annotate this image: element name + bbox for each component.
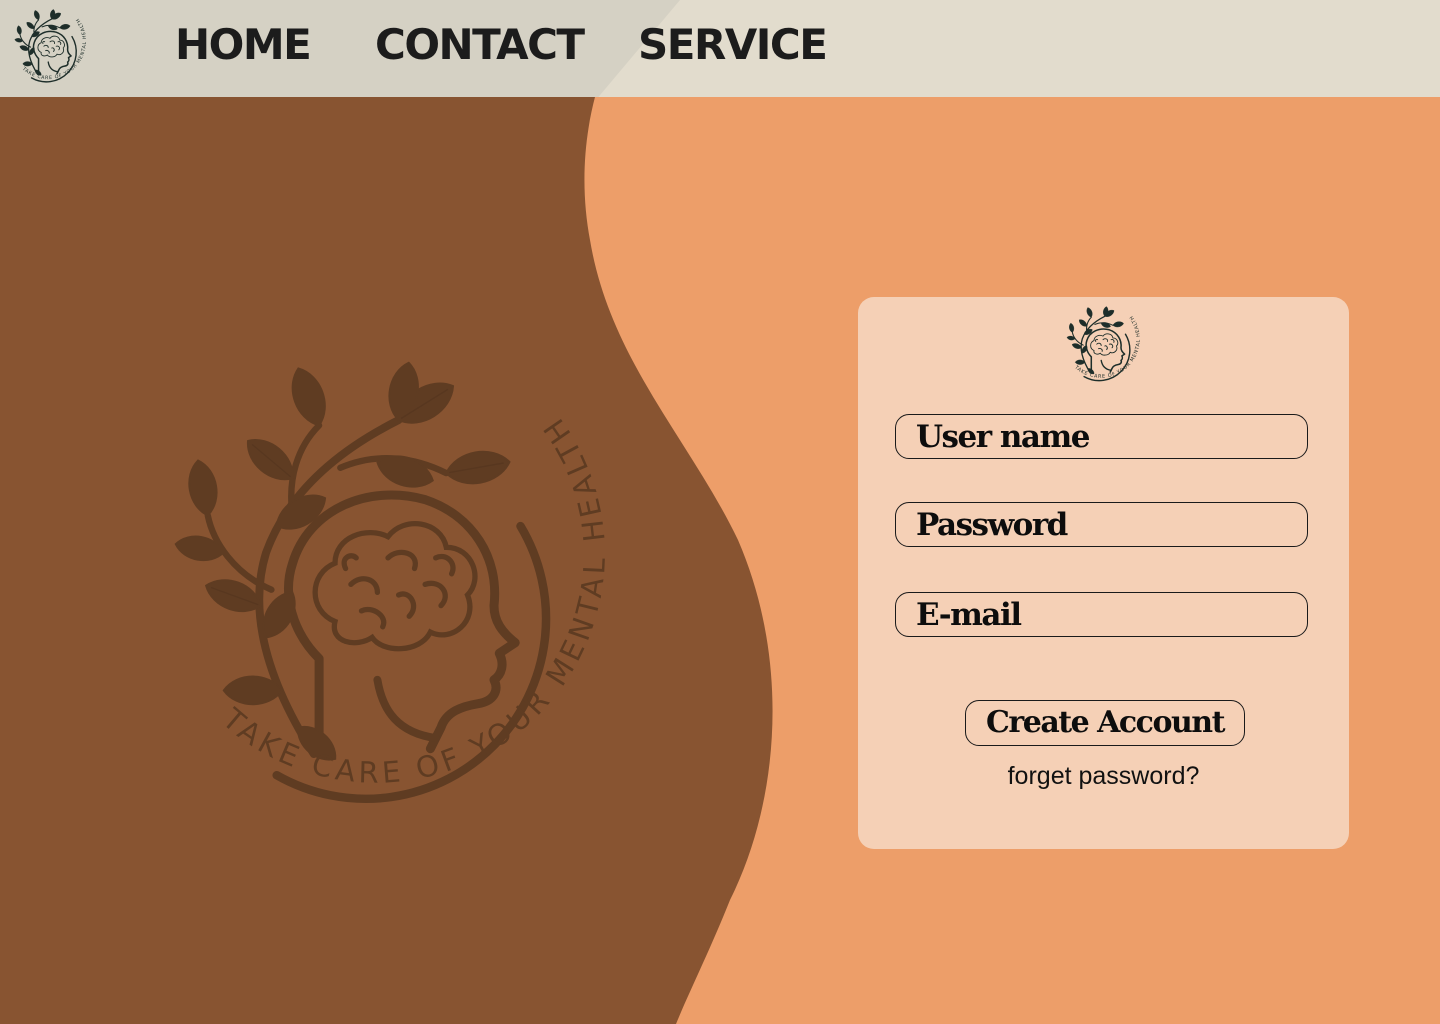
- nav-item-service[interactable]: SERVICE: [638, 24, 828, 66]
- signup-card: User name Password E-mail Create Account…: [858, 297, 1349, 849]
- email-label: E-mail: [916, 597, 1022, 633]
- card-logo-icon: [1058, 301, 1148, 391]
- forget-password-link[interactable]: forget password?: [858, 762, 1349, 791]
- password-field[interactable]: Password: [895, 502, 1308, 547]
- nav-logo-icon[interactable]: [6, 4, 94, 92]
- password-label: Password: [916, 507, 1068, 543]
- username-label: User name: [916, 419, 1090, 455]
- nav-item-home[interactable]: HOME: [175, 24, 312, 66]
- hero-brain-emblem-icon: [118, 330, 658, 860]
- nav-item-contact[interactable]: CONTACT: [375, 24, 585, 66]
- create-account-label: Create Account: [986, 705, 1225, 740]
- username-field[interactable]: User name: [895, 414, 1308, 459]
- top-nav-bar: HOME CONTACT SERVICE: [0, 0, 1440, 97]
- email-field[interactable]: E-mail: [895, 592, 1308, 637]
- create-account-button[interactable]: Create Account: [965, 700, 1245, 746]
